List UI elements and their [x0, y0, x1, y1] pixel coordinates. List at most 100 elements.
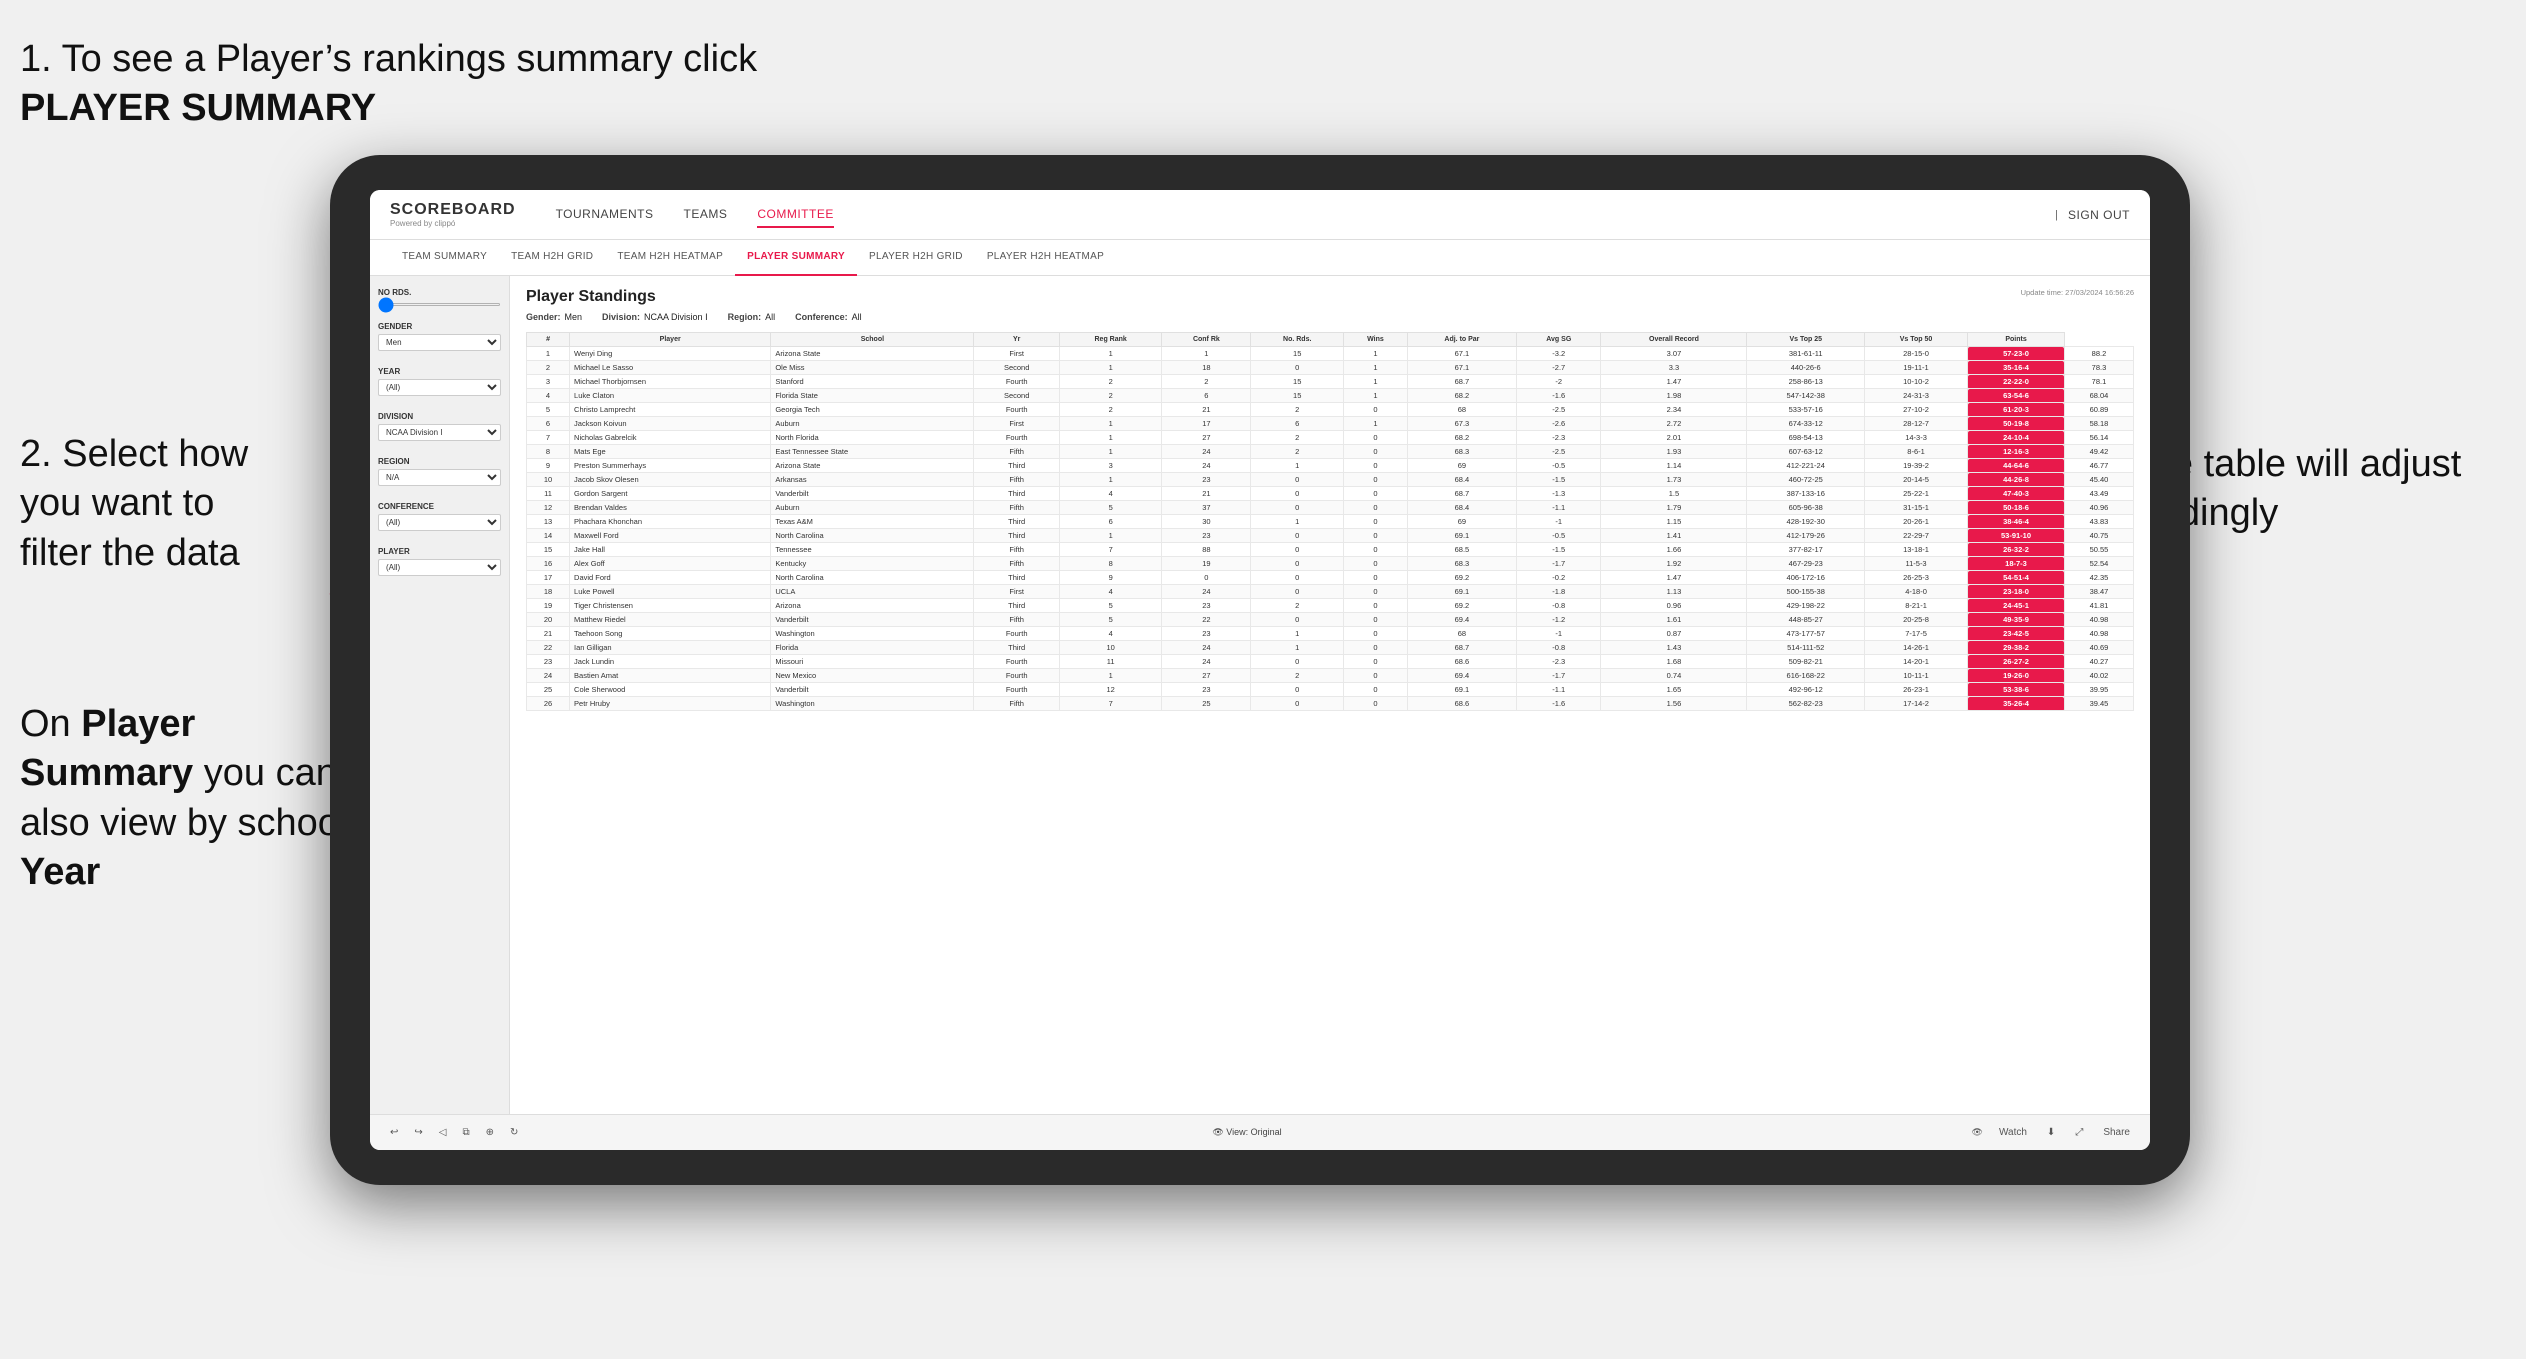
- data-cell: 0: [1344, 487, 1408, 501]
- player-select[interactable]: (All): [378, 559, 501, 576]
- data-cell: 78.3: [2064, 361, 2133, 375]
- data-cell: 0: [1251, 361, 1344, 375]
- player-name-cell: Jack Lundin: [570, 655, 771, 669]
- table-row: 19Tiger ChristensenArizonaThird5232069.2…: [527, 599, 2134, 613]
- school-cell: Stanford: [771, 375, 974, 389]
- sub-nav-team-h2h-grid[interactable]: TEAM H2H GRID: [499, 240, 605, 276]
- data-cell: 605-96-38: [1747, 501, 1865, 515]
- table-title: Player Standings: [526, 288, 656, 306]
- nav-item-tournaments[interactable]: TOURNAMENTS: [556, 202, 654, 228]
- data-cell: 6: [527, 417, 570, 431]
- undo-button[interactable]: ↩: [386, 1125, 402, 1140]
- data-cell: 68.6: [1407, 697, 1516, 711]
- region-select[interactable]: N/A All: [378, 469, 501, 486]
- gender-select[interactable]: Men Women: [378, 334, 501, 351]
- data-cell: 13-18-1: [1865, 543, 1968, 557]
- school-cell: Georgia Tech: [771, 403, 974, 417]
- data-cell: Fourth: [974, 683, 1059, 697]
- data-cell: 42.35: [2064, 571, 2133, 585]
- data-cell: Second: [974, 389, 1059, 403]
- fullscreen-button[interactable]: ⤢: [2071, 1125, 2087, 1140]
- sub-nav-team-summary[interactable]: TEAM SUMMARY: [390, 240, 499, 276]
- nav-item-teams[interactable]: TEAMS: [684, 202, 728, 228]
- data-cell: Third: [974, 515, 1059, 529]
- table-row: 4Luke ClatonFlorida StateSecond2615168.2…: [527, 389, 2134, 403]
- data-cell: 1.93: [1601, 445, 1747, 459]
- data-cell: 0: [1344, 613, 1408, 627]
- points-cell: 24-45-1: [1968, 599, 2065, 613]
- table-row: 22Ian GilliganFloridaThird10241068.7-0.8…: [527, 641, 2134, 655]
- data-cell: 68: [1407, 627, 1516, 641]
- view-label: 👁 View: Original: [1212, 1127, 1281, 1138]
- data-cell: 509-82-21: [1747, 655, 1865, 669]
- data-cell: 1: [1059, 473, 1161, 487]
- points-cell: 57-23-0: [1968, 347, 2065, 361]
- points-cell: 50-19-8: [1968, 417, 2065, 431]
- sign-out-button[interactable]: Sign out: [2068, 203, 2130, 227]
- data-cell: -1.8: [1517, 585, 1601, 599]
- no-rids-slider[interactable]: [378, 303, 501, 306]
- data-cell: 1.73: [1601, 473, 1747, 487]
- player-name-cell: Wenyi Ding: [570, 347, 771, 361]
- data-cell: 23: [1162, 599, 1251, 613]
- data-cell: 1: [1344, 375, 1408, 389]
- data-cell: 616-168-22: [1747, 669, 1865, 683]
- data-cell: 0.87: [1601, 627, 1747, 641]
- paste-button[interactable]: ⊕: [482, 1125, 498, 1140]
- back-button[interactable]: ◁: [435, 1125, 451, 1140]
- data-cell: 25: [527, 683, 570, 697]
- conference-select[interactable]: (All): [378, 514, 501, 531]
- table-row: 11Gordon SargentVanderbiltThird4210068.7…: [527, 487, 2134, 501]
- data-cell: 460-72-25: [1747, 473, 1865, 487]
- data-cell: 3: [527, 375, 570, 389]
- redo-button[interactable]: ↪: [410, 1125, 426, 1140]
- annotation-2: 2. Select how you want to filter the dat…: [20, 430, 350, 578]
- sub-nav-player-summary[interactable]: PLAYER SUMMARY: [735, 240, 857, 276]
- data-cell: 78.1: [2064, 375, 2133, 389]
- data-cell: 0: [1344, 515, 1408, 529]
- data-cell: 428-192-30: [1747, 515, 1865, 529]
- school-cell: Texas A&M: [771, 515, 974, 529]
- data-cell: Fifth: [974, 445, 1059, 459]
- year-select[interactable]: (All) First Second Third Fourth Fifth: [378, 379, 501, 396]
- division-select[interactable]: NCAA Division I NCAA Division II NCAA Di…: [378, 424, 501, 441]
- download-button[interactable]: ⬇: [2043, 1125, 2059, 1140]
- col-school: School: [771, 333, 974, 347]
- school-cell: North Florida: [771, 431, 974, 445]
- sidebar: No Rds. Gender Men Women Year (All): [370, 276, 510, 1114]
- data-cell: Second: [974, 361, 1059, 375]
- data-cell: 2.72: [1601, 417, 1747, 431]
- data-cell: 67.3: [1407, 417, 1516, 431]
- points-cell: 47-40-3: [1968, 487, 2065, 501]
- data-cell: 25-22-1: [1865, 487, 1968, 501]
- data-cell: 473-177-57: [1747, 627, 1865, 641]
- points-cell: 49-35-9: [1968, 613, 2065, 627]
- refresh-button[interactable]: ↻: [506, 1125, 522, 1140]
- data-cell: 10-10-2: [1865, 375, 1968, 389]
- data-cell: 23: [1162, 529, 1251, 543]
- data-cell: 1.41: [1601, 529, 1747, 543]
- logo-title: SCOREBOARD: [390, 201, 516, 219]
- sub-nav-player-h2h-grid[interactable]: PLAYER H2H GRID: [857, 240, 975, 276]
- data-cell: 0: [1344, 571, 1408, 585]
- sub-nav-team-h2h-heatmap[interactable]: TEAM H2H HEATMAP: [605, 240, 735, 276]
- data-cell: 0: [1344, 627, 1408, 641]
- watch-button[interactable]: Watch: [1995, 1125, 2031, 1140]
- school-cell: Arizona State: [771, 459, 974, 473]
- data-cell: 492-96-12: [1747, 683, 1865, 697]
- points-cell: 54-51-4: [1968, 571, 2065, 585]
- table-row: 10Jacob Skov OlesenArkansasFifth1230068.…: [527, 473, 2134, 487]
- data-cell: 19-39-2: [1865, 459, 1968, 473]
- col-conf-rk: Conf Rk: [1162, 333, 1251, 347]
- school-cell: Tennessee: [771, 543, 974, 557]
- nav-item-committee[interactable]: COMMITTEE: [757, 202, 834, 228]
- data-cell: 18: [1162, 361, 1251, 375]
- sub-nav-player-h2h-heatmap[interactable]: PLAYER H2H HEATMAP: [975, 240, 1116, 276]
- share-button[interactable]: Share: [2099, 1125, 2134, 1140]
- data-cell: 0: [1251, 585, 1344, 599]
- logo: SCOREBOARD Powered by clippó: [390, 201, 516, 228]
- data-cell: 40.98: [2064, 627, 2133, 641]
- copy-button[interactable]: ⧉: [458, 1125, 473, 1140]
- data-cell: 10: [527, 473, 570, 487]
- data-cell: 23: [527, 655, 570, 669]
